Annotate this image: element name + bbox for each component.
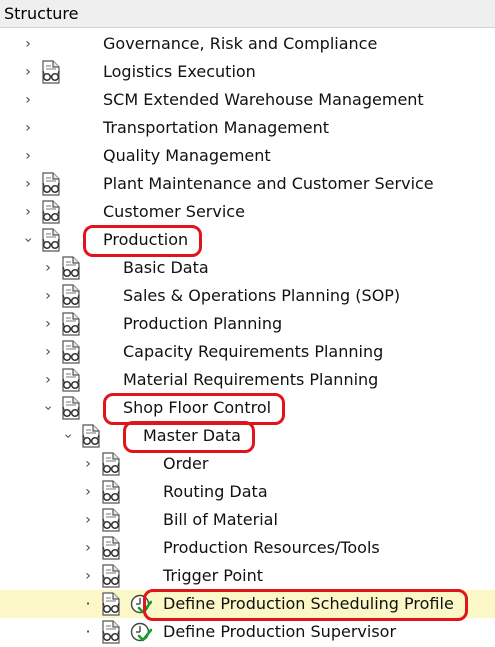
tree-node-label[interactable]: Define Production Scheduling Profile bbox=[163, 594, 454, 614]
documentation-glasses-icon[interactable] bbox=[100, 620, 122, 644]
expand-chevron-icon[interactable]: › bbox=[81, 566, 95, 586]
expand-chevron-icon[interactable]: › bbox=[81, 454, 95, 474]
tree-node[interactable]: › Material Requirements Planning bbox=[0, 366, 495, 394]
tree-node[interactable]: › Basic Data bbox=[0, 254, 495, 282]
execute-clock-check-icon[interactable] bbox=[130, 593, 152, 615]
documentation-glasses-icon[interactable] bbox=[60, 312, 82, 336]
collapse-chevron-icon[interactable]: › bbox=[58, 429, 78, 443]
tree-node[interactable]: › Governance, Risk and Compliance bbox=[0, 30, 495, 58]
collapse-chevron-icon[interactable]: › bbox=[18, 233, 38, 247]
tree-node[interactable]: › Customer Service bbox=[0, 198, 495, 226]
expand-chevron-icon[interactable]: › bbox=[21, 146, 35, 166]
tree-node-label[interactable]: Production bbox=[103, 230, 188, 250]
tree-node-label[interactable]: Plant Maintenance and Customer Service bbox=[103, 174, 434, 194]
tree-node[interactable]: › Capacity Requirements Planning bbox=[0, 338, 495, 366]
tree-node-label[interactable]: Governance, Risk and Compliance bbox=[103, 34, 377, 54]
tree-node[interactable]: › Logistics Execution bbox=[0, 58, 495, 86]
tree-node[interactable]: › Production Resources/Tools bbox=[0, 534, 495, 562]
collapse-chevron-icon[interactable]: › bbox=[38, 401, 58, 415]
tree-node[interactable]: › Trigger Point bbox=[0, 562, 495, 590]
tree-node-label[interactable]: Quality Management bbox=[103, 146, 271, 166]
tree-node[interactable]: › Transportation Management bbox=[0, 114, 495, 142]
documentation-glasses-icon[interactable] bbox=[100, 452, 122, 476]
tree-node-label[interactable]: Bill of Material bbox=[163, 510, 278, 530]
expand-chevron-icon[interactable]: › bbox=[41, 370, 55, 390]
documentation-glasses-icon[interactable] bbox=[40, 172, 62, 196]
documentation-glasses-icon[interactable] bbox=[60, 340, 82, 364]
tree-node-label[interactable]: Define Production Supervisor bbox=[163, 622, 396, 642]
tree-node-label[interactable]: Production Resources/Tools bbox=[163, 538, 380, 558]
tree-node-label[interactable]: Routing Data bbox=[163, 482, 268, 502]
structure-header-label: Structure bbox=[4, 4, 79, 23]
tree-node[interactable]: › Bill of Material bbox=[0, 506, 495, 534]
tree-node-label[interactable]: Shop Floor Control bbox=[123, 398, 271, 418]
tree-node-label[interactable]: Sales & Operations Planning (SOP) bbox=[123, 286, 400, 306]
tree-node-label[interactable]: SCM Extended Warehouse Management bbox=[103, 90, 424, 110]
documentation-glasses-icon[interactable] bbox=[60, 256, 82, 280]
documentation-glasses-icon[interactable] bbox=[100, 592, 122, 616]
tree-node[interactable]: › Shop Floor Control bbox=[0, 394, 495, 422]
tree-node[interactable]: › Order bbox=[0, 450, 495, 478]
expand-chevron-icon[interactable]: › bbox=[21, 118, 35, 138]
expand-chevron-icon[interactable]: › bbox=[41, 314, 55, 334]
documentation-glasses-icon[interactable] bbox=[60, 396, 82, 420]
tree-node-label[interactable]: Customer Service bbox=[103, 202, 245, 222]
expand-chevron-icon[interactable]: › bbox=[21, 90, 35, 110]
documentation-glasses-icon[interactable] bbox=[40, 60, 62, 84]
tree-node-label[interactable]: Trigger Point bbox=[163, 566, 263, 586]
expand-chevron-icon[interactable]: › bbox=[21, 202, 35, 222]
documentation-glasses-icon[interactable] bbox=[60, 368, 82, 392]
tree-node[interactable]: · Define Production Supervisor bbox=[0, 618, 495, 646]
documentation-glasses-icon[interactable] bbox=[60, 284, 82, 308]
expand-chevron-icon[interactable]: › bbox=[81, 538, 95, 558]
tree-node[interactable]: · Define Production Scheduling Profile bbox=[0, 590, 495, 618]
expand-chevron-icon[interactable]: › bbox=[41, 286, 55, 306]
tree-node[interactable]: › SCM Extended Warehouse Management bbox=[0, 86, 495, 114]
documentation-glasses-icon[interactable] bbox=[40, 200, 62, 224]
documentation-glasses-icon[interactable] bbox=[100, 564, 122, 588]
expand-chevron-icon[interactable]: › bbox=[21, 34, 35, 54]
tree-node[interactable]: › Production bbox=[0, 226, 495, 254]
expand-chevron-icon[interactable]: › bbox=[21, 174, 35, 194]
tree-node[interactable]: › Sales & Operations Planning (SOP) bbox=[0, 282, 495, 310]
tree-node[interactable]: › Production Planning bbox=[0, 310, 495, 338]
expand-chevron-icon[interactable]: › bbox=[81, 482, 95, 502]
tree-node-label[interactable]: Transportation Management bbox=[103, 118, 329, 138]
tree-node-label[interactable]: Basic Data bbox=[123, 258, 209, 278]
tree-node[interactable]: › Master Data bbox=[0, 422, 495, 450]
documentation-glasses-icon[interactable] bbox=[100, 508, 122, 532]
documentation-glasses-icon[interactable] bbox=[40, 228, 62, 252]
tree-node-label[interactable]: Material Requirements Planning bbox=[123, 370, 378, 390]
tree-node-label[interactable]: Master Data bbox=[143, 426, 241, 446]
tree-node[interactable]: › Routing Data bbox=[0, 478, 495, 506]
expand-chevron-icon[interactable]: › bbox=[41, 258, 55, 278]
tree-node-label[interactable]: Production Planning bbox=[123, 314, 282, 334]
tree-node[interactable]: › Quality Management bbox=[0, 142, 495, 170]
expand-chevron-icon[interactable]: › bbox=[21, 62, 35, 82]
tree-node[interactable]: › Plant Maintenance and Customer Service bbox=[0, 170, 495, 198]
leaf-dot-icon: · bbox=[85, 594, 91, 613]
tree-node-label[interactable]: Capacity Requirements Planning bbox=[123, 342, 383, 362]
expand-chevron-icon[interactable]: › bbox=[81, 510, 95, 530]
documentation-glasses-icon[interactable] bbox=[80, 424, 102, 448]
documentation-glasses-icon[interactable] bbox=[100, 480, 122, 504]
expand-chevron-icon[interactable]: › bbox=[41, 342, 55, 362]
tree-node-label[interactable]: Logistics Execution bbox=[103, 62, 256, 82]
execute-clock-check-icon[interactable] bbox=[130, 621, 152, 643]
leaf-dot-icon: · bbox=[85, 622, 91, 641]
structure-header: Structure bbox=[0, 0, 495, 28]
documentation-glasses-icon[interactable] bbox=[100, 536, 122, 560]
tree-node-label[interactable]: Order bbox=[163, 454, 208, 474]
